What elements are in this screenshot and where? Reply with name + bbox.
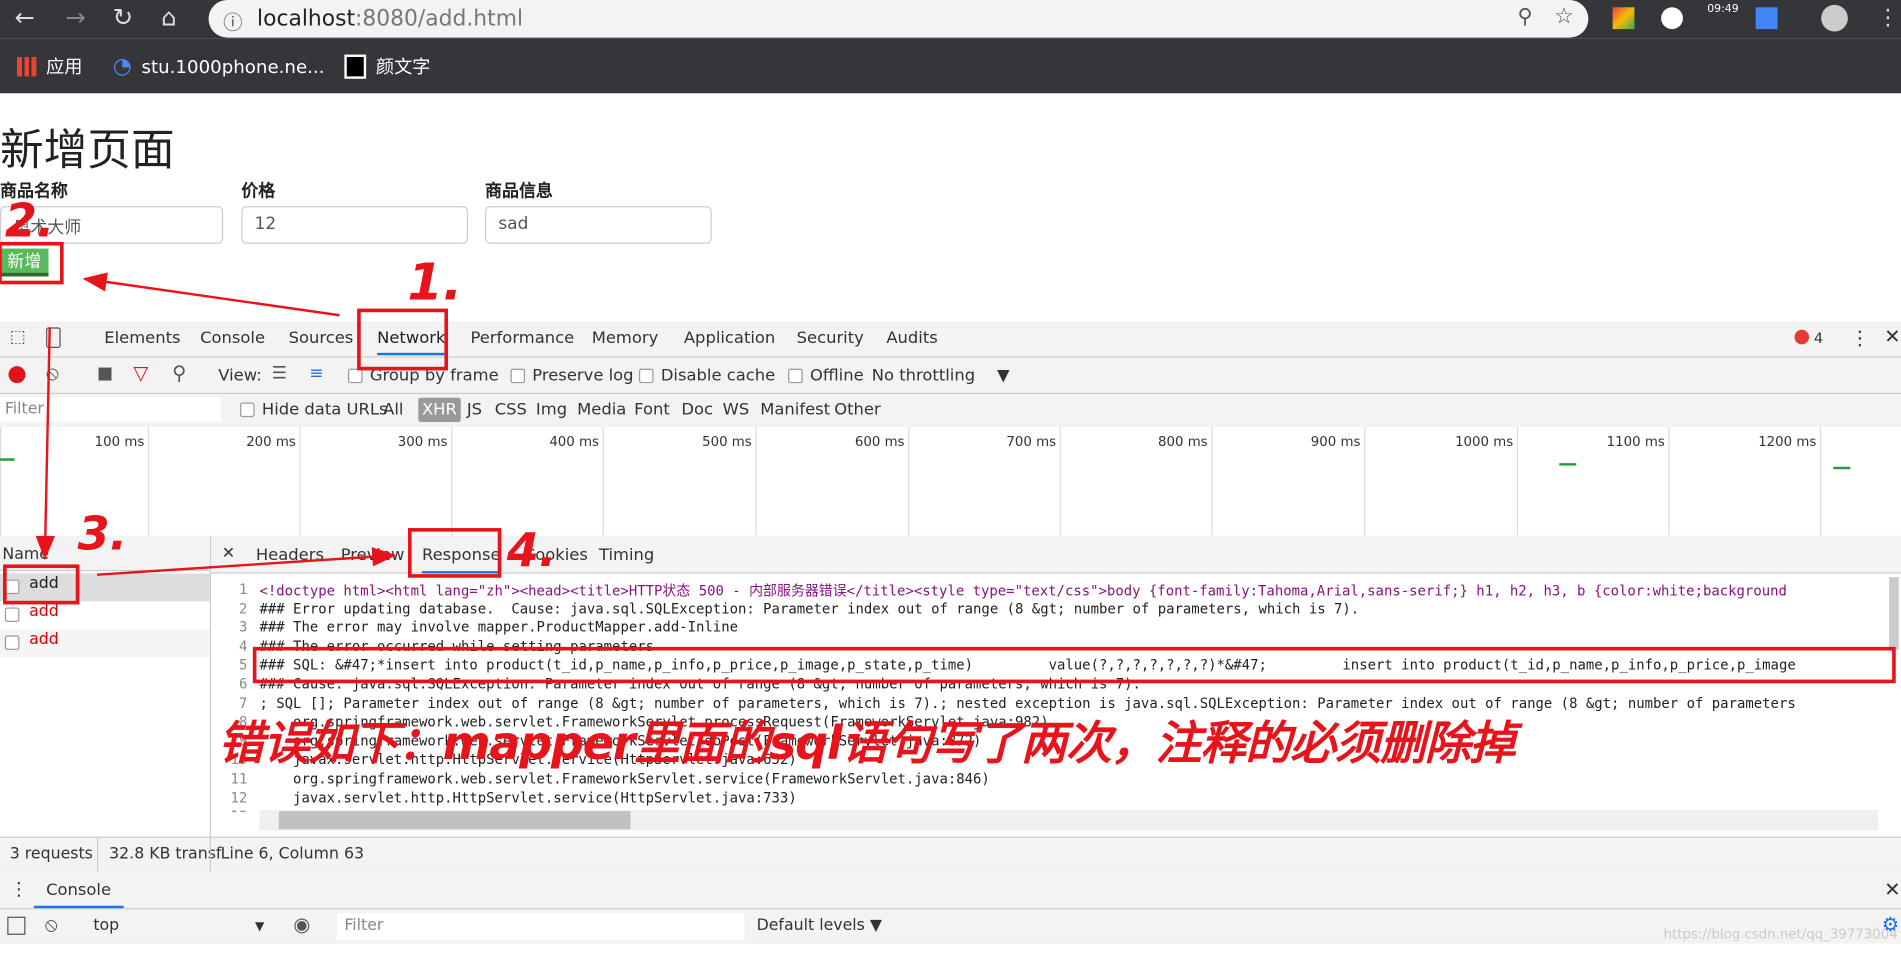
annotation-step-3: 3. xyxy=(77,506,128,561)
highlight-response-tab xyxy=(408,528,502,578)
annotation-note: 错误如下：mapper里面的sql语句写了两次，注释的必须删除掉 xyxy=(218,716,1515,770)
annotation-step-1: 1. xyxy=(407,252,463,312)
arrow-1 xyxy=(82,272,340,317)
annotation-step-2: 2. xyxy=(4,194,55,248)
annotation-step-4: 4. xyxy=(506,523,557,578)
annotation-overlay xyxy=(0,241,1896,684)
highlight-add-button xyxy=(0,241,64,285)
arrow-2 xyxy=(35,327,56,561)
arrow-3 xyxy=(96,547,397,576)
highlight-request xyxy=(3,564,80,605)
highlight-network-tab xyxy=(357,308,449,371)
highlight-sql-line xyxy=(252,646,1896,684)
